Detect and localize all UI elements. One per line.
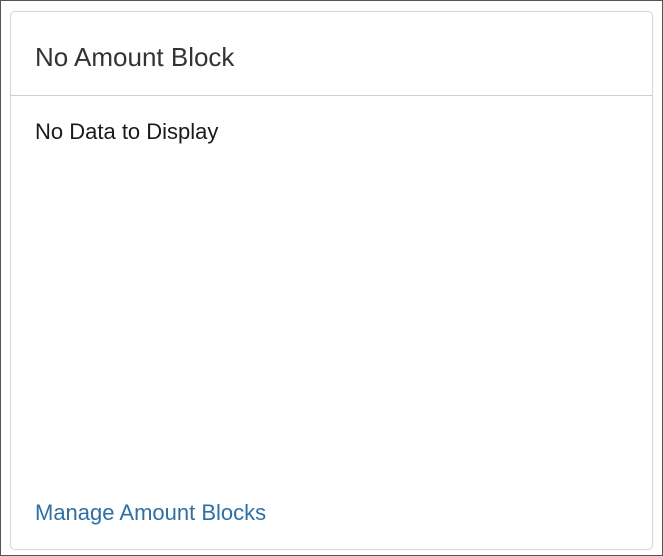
card-title: No Amount Block bbox=[35, 42, 235, 72]
card-header: No Amount Block bbox=[11, 12, 652, 96]
empty-state-message: No Data to Display bbox=[35, 119, 219, 144]
amount-block-card: No Amount Block No Data to Display Manag… bbox=[10, 11, 653, 550]
screenshot-frame: No Amount Block No Data to Display Manag… bbox=[0, 0, 663, 556]
card-body: No Data to Display Manage Amount Blocks bbox=[11, 97, 652, 549]
manage-amount-blocks-link[interactable]: Manage Amount Blocks bbox=[35, 499, 266, 527]
